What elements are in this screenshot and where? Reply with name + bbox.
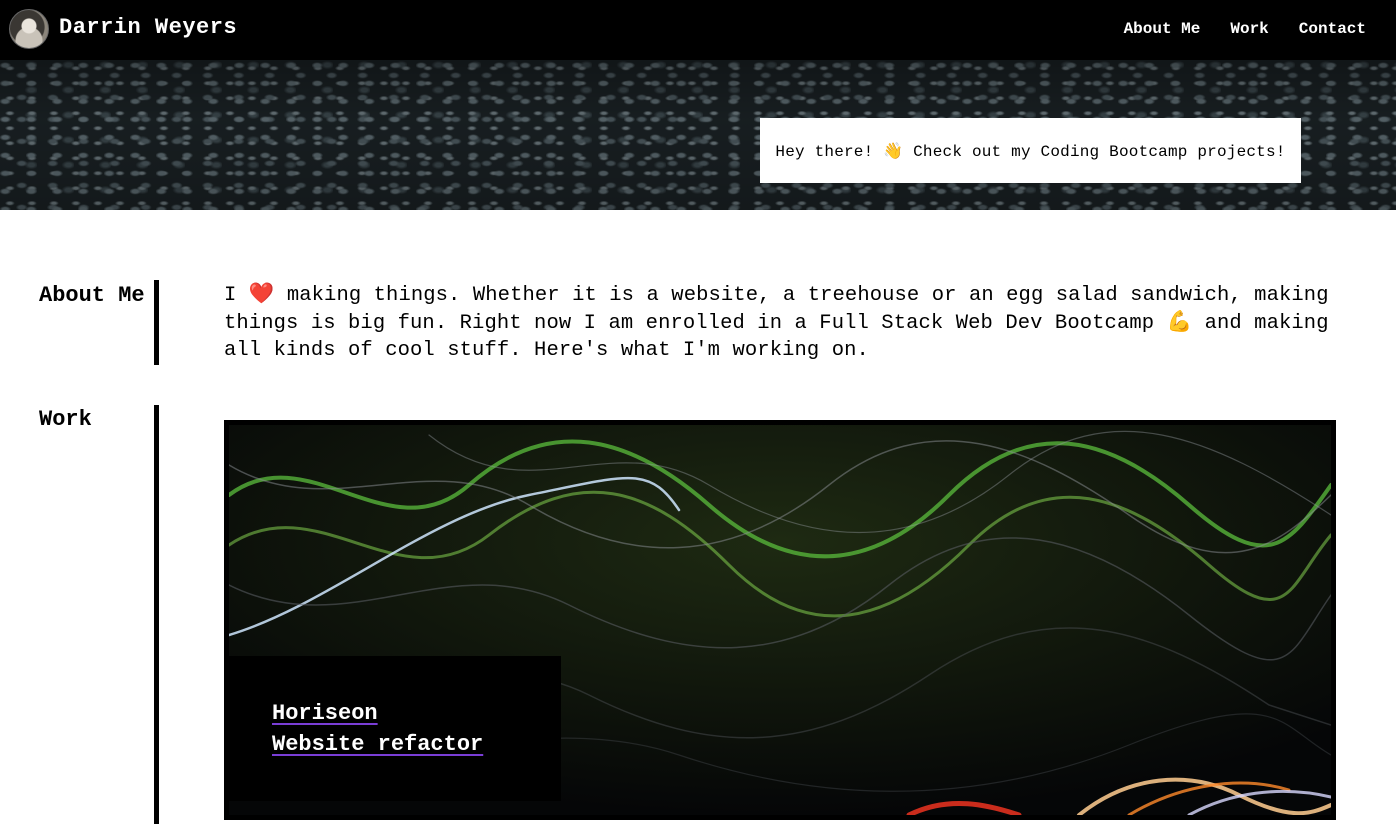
about-divider	[154, 280, 159, 365]
project-card-horiseon[interactable]: Horiseon Website refactor	[224, 420, 1336, 820]
about-heading: About Me	[39, 283, 145, 308]
site-title: Darrin Weyers	[59, 15, 238, 40]
work-divider	[154, 405, 159, 824]
project-title-link[interactable]: Horiseon	[272, 698, 561, 729]
nav-link-contact[interactable]: Contact	[1299, 20, 1366, 38]
avatar	[9, 9, 49, 49]
hero-message: Hey there! 👋 Check out my Coding Bootcam…	[760, 118, 1301, 183]
nav-link-work[interactable]: Work	[1230, 20, 1268, 38]
project-caption: Horiseon Website refactor	[229, 656, 561, 801]
nav-link-about-me[interactable]: About Me	[1124, 20, 1201, 38]
project-image: Horiseon Website refactor	[229, 425, 1331, 815]
about-text: I ❤️ making things. Whether it is a webs…	[224, 284, 1329, 362]
project-subtitle-link[interactable]: Website refactor	[272, 729, 561, 760]
work-heading: Work	[39, 407, 92, 432]
hero-banner: Hey there! 👋 Check out my Coding Bootcam…	[0, 60, 1396, 210]
site-header: Darrin Weyers About Me Work Contact	[0, 0, 1396, 60]
main-nav: About Me Work Contact	[1124, 20, 1366, 38]
